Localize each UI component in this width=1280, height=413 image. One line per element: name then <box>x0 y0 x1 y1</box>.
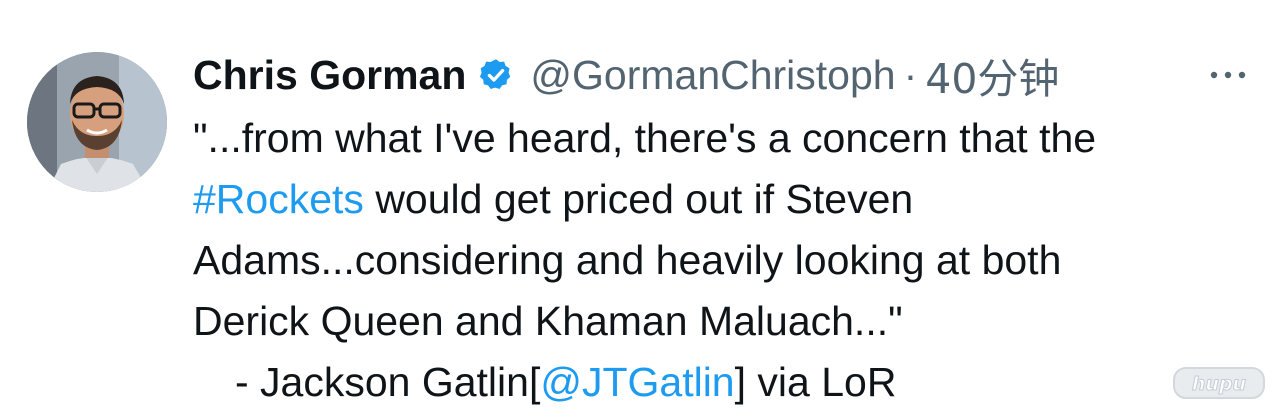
tweet-text-segment: - Jackson Gatlin[ <box>235 359 541 405</box>
hashtag-link-rockets[interactable]: #Rockets <box>193 176 364 222</box>
profile-photo-icon <box>27 52 167 192</box>
verified-badge-icon <box>478 57 514 93</box>
tweet-text-segment: ] via LoR <box>734 359 897 405</box>
author-handle[interactable]: @GormanChristoph <box>530 52 895 99</box>
tweet-card: Chris Gorman @GormanChristoph · 40分钟 "..… <box>0 0 1280 410</box>
author-avatar[interactable] <box>27 52 167 192</box>
tweet-text-segment: "...from what I've heard, there's a conc… <box>193 115 1097 161</box>
tweet-text-segment: Adams...considering and heavily looking … <box>193 237 1062 283</box>
author-display-name[interactable]: Chris Gorman <box>193 52 466 99</box>
svg-text:hupu: hupu <box>1192 373 1246 395</box>
mention-link-jtgatlin[interactable]: @JTGatlin <box>540 359 734 405</box>
hupu-watermark-logo: hupu <box>1172 364 1266 402</box>
tweet-text-line: - Jackson Gatlin[@JTGatlin] via LoR <box>193 352 1273 413</box>
tweet-timestamp[interactable]: 40分钟 <box>925 45 1059 105</box>
tweet-text-segment: Derick Queen and Khaman Maluach..." <box>193 298 903 344</box>
ellipsis-icon[interactable] <box>1204 60 1252 90</box>
tweet-text-line: #Rockets would get priced out if Steven <box>193 169 1273 230</box>
tweet-text-segment: would get priced out if Steven <box>363 176 914 222</box>
tweet-header: Chris Gorman @GormanChristoph · 40分钟 <box>193 50 1059 104</box>
tweet-text-line: Adams...considering and heavily looking … <box>193 230 1273 291</box>
tweet-text-line: Derick Queen and Khaman Maluach..." <box>193 291 1273 352</box>
header-separator: · <box>903 51 918 98</box>
tweet-body: "...from what I've heard, there's a conc… <box>193 108 1273 413</box>
tweet-text-line: "...from what I've heard, there's a conc… <box>193 108 1273 169</box>
